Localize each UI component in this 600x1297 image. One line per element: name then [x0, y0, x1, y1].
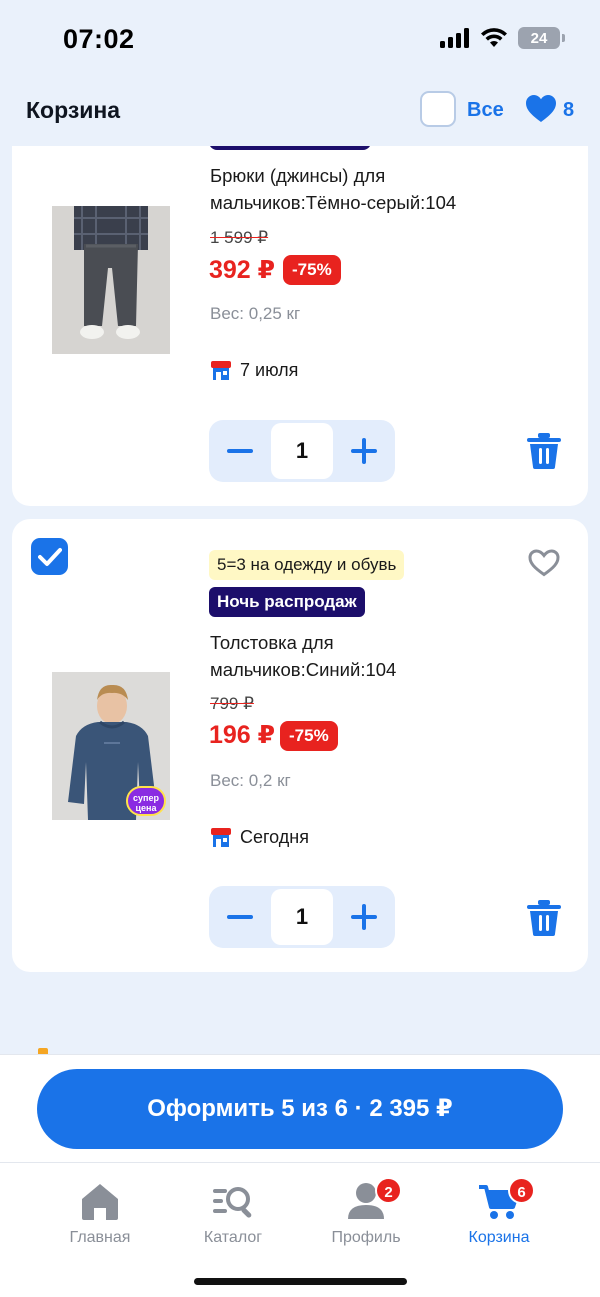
minus-icon: [227, 449, 253, 453]
store-icon: [211, 828, 231, 847]
delete-icon[interactable]: [527, 900, 561, 936]
decrease-button[interactable]: [209, 420, 271, 482]
cart-icon-wrap: 6: [477, 1177, 535, 1221]
product-image[interactable]: супер цена: [52, 672, 170, 820]
checkout-button[interactable]: Оформить 5 из 6 · 2 395 ₽: [37, 1069, 563, 1149]
increase-button[interactable]: [333, 886, 395, 948]
page-title: Корзина: [26, 97, 121, 123]
old-price: 799 ₽: [210, 694, 254, 713]
wifi-icon: [481, 28, 507, 47]
tab-catalog[interactable]: Каталог: [173, 1181, 293, 1247]
delete-icon[interactable]: [527, 433, 561, 469]
current-price: 392 ₽: [209, 256, 276, 284]
tab-catalog-label: Каталог: [203, 1229, 263, 1246]
store-icon: [211, 361, 231, 380]
cart-header: Корзина Все 8: [0, 80, 600, 146]
plus-icon: [351, 904, 377, 930]
promo-tag[interactable]: 5=3 на одежду и обувь: [209, 550, 405, 580]
checkmark-icon: [37, 547, 62, 566]
delivery-date: 7 июля: [210, 359, 298, 381]
select-all-label[interactable]: Все: [467, 99, 504, 122]
tab-home-label: Главная: [69, 1229, 131, 1246]
delivery-date: Сегодня: [210, 826, 309, 848]
tab-cart[interactable]: 6 Корзина: [439, 1177, 559, 1247]
select-all-checkbox[interactable]: [420, 91, 456, 127]
catalog-icon: [213, 1187, 252, 1218]
status-time: 07:02: [63, 24, 135, 54]
product-image[interactable]: [52, 206, 170, 354]
cart-item: Брюки (джинсы) для мальчиков:Тёмно-серый…: [12, 146, 588, 506]
quantity-stepper: 1: [209, 886, 395, 948]
checkout-bar: Оформить 5 из 6 · 2 395 ₽: [0, 1054, 600, 1162]
discount-badge: -75%: [283, 255, 341, 285]
status-icons: 24: [440, 27, 565, 49]
product-name[interactable]: Толстовка для мальчиков:Синий:104: [210, 629, 510, 683]
current-price: 196 ₽: [209, 721, 276, 749]
sale-tag: Ночь распродаж: [209, 587, 365, 617]
cart-badge: 6: [508, 1177, 535, 1204]
home-icon: [82, 1184, 118, 1220]
tab-profile[interactable]: 2 Профиль: [306, 1177, 426, 1247]
tab-cart-label: Корзина: [468, 1229, 530, 1246]
home-indicator: [194, 1278, 407, 1285]
cart-item: 5=3 на одежду и обувь Ночь распродаж суп…: [12, 519, 588, 972]
tab-profile-label: Профиль: [331, 1229, 401, 1246]
plus-icon: [351, 438, 377, 464]
favorites-heart-icon[interactable]: [526, 95, 556, 123]
quantity-value[interactable]: 1: [271, 423, 333, 479]
quantity-value[interactable]: 1: [271, 889, 333, 945]
discount-badge: -75%: [280, 721, 338, 751]
increase-button[interactable]: [333, 420, 395, 482]
cellular-signal-icon: [440, 28, 469, 48]
product-weight: Вес: 0,2 кг: [210, 771, 291, 790]
profile-icon-wrap: 2: [346, 1177, 402, 1221]
minus-icon: [227, 915, 253, 919]
battery-icon: 24: [518, 27, 565, 49]
product-weight: Вес: 0,25 кг: [210, 304, 301, 323]
sale-tag-partial: [209, 146, 371, 150]
product-name[interactable]: Брюки (джинсы) для мальчиков:Тёмно-серый…: [210, 162, 510, 216]
item-checkbox[interactable]: [31, 538, 68, 575]
tab-home[interactable]: Главная: [40, 1181, 160, 1247]
old-price: 1 599 ₽: [210, 228, 269, 247]
profile-badge: 2: [375, 1177, 402, 1204]
status-bar: 07:02 24: [0, 0, 600, 80]
delivery-text: Сегодня: [240, 826, 309, 847]
decrease-button[interactable]: [209, 886, 271, 948]
quantity-stepper: 1: [209, 420, 395, 482]
favorites-count[interactable]: 8: [563, 99, 574, 122]
bottom-tab-bar: Главная Каталог 2 Профиль 6 Корзина: [0, 1162, 600, 1297]
super-price-badge: супер цена: [126, 786, 166, 816]
delivery-text: 7 июля: [240, 359, 299, 380]
heart-outline-icon[interactable]: [528, 549, 560, 577]
